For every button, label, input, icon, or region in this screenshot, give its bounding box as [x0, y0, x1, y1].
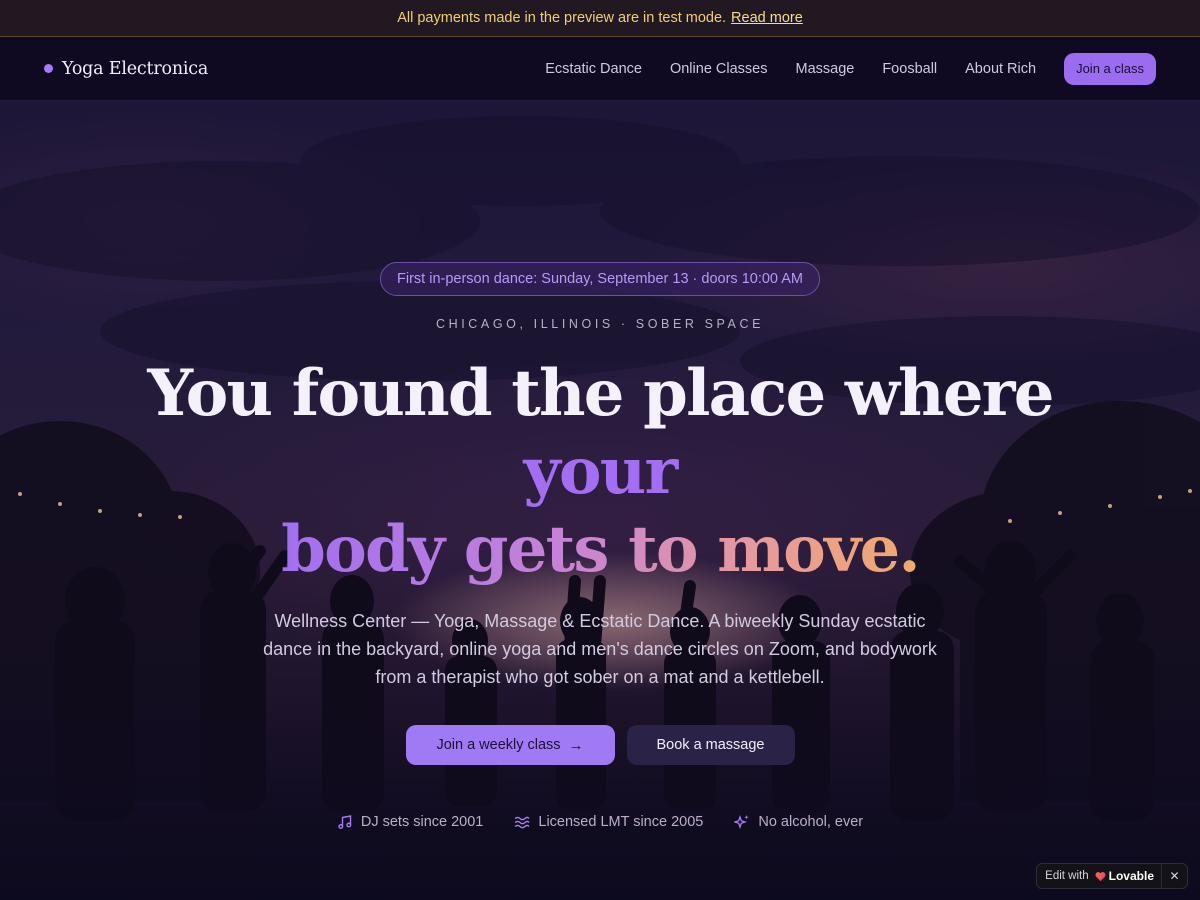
announcement-pill[interactable]: First in-person dance: Sunday, September… [380, 262, 820, 296]
banner-message: All payments made in the preview are in … [397, 10, 727, 26]
lovable-badge: Edit with Lovable ✕ [1036, 863, 1188, 889]
join-weekly-class-button[interactable]: Join a weekly class → [405, 725, 615, 765]
feature-list: DJ sets since 2001 Licensed LMT since 20… [337, 814, 863, 830]
nav-link-about-rich[interactable]: About Rich [965, 61, 1036, 77]
waves-icon [514, 816, 530, 829]
book-massage-button[interactable]: Book a massage [626, 725, 795, 765]
feature-label: Licensed LMT since 2005 [538, 814, 704, 830]
hero-content: First in-person dance: Sunday, September… [0, 101, 1200, 900]
brand-name: Yoga Electronica [62, 58, 209, 79]
test-mode-banner: All payments made in the preview are in … [0, 0, 1200, 37]
feature-item-dj-sets: DJ sets since 2001 [337, 814, 484, 830]
cta-row: Join a weekly class → Book a massage [405, 725, 795, 765]
brand-logo[interactable]: Yoga Electronica [44, 59, 208, 79]
feature-label: No alcohol, ever [758, 814, 864, 830]
feature-item-licensed-lmt: Licensed LMT since 2005 [514, 814, 703, 830]
arrow-right-icon: → [568, 736, 584, 754]
nav-link-ecstatic-dance[interactable]: Ecstatic Dance [545, 61, 642, 77]
headline-accent: your [523, 434, 679, 509]
read-more-link[interactable]: Read more [731, 10, 803, 26]
top-navbar: Yoga Electronica Ecstatic Dance Online C… [0, 37, 1200, 101]
badge-brand: Lovable [1108, 869, 1154, 883]
headline-plain: You found the place where [147, 356, 1054, 431]
brand-dot-icon [44, 64, 53, 73]
nav-link-massage[interactable]: Massage [795, 61, 854, 77]
hero-section: First in-person dance: Sunday, September… [0, 101, 1200, 900]
join-weekly-class-label: Join a weekly class [436, 737, 561, 753]
feature-item-no-alcohol: No alcohol, ever [734, 814, 863, 830]
location-label: CHICAGO, ILLINOIS · SOBER SPACE [435, 317, 765, 331]
badge-prefix: Edit with [1045, 870, 1089, 882]
edit-with-lovable-link[interactable]: Edit with Lovable [1045, 869, 1161, 883]
music-note-icon [338, 815, 352, 829]
nav-link-online-classes[interactable]: Online Classes [670, 61, 768, 77]
feature-label: DJ sets since 2001 [360, 814, 484, 830]
close-icon[interactable]: ✕ [1161, 864, 1187, 888]
headline-gradient: body gets to move. [281, 512, 921, 587]
nav-link-foosball[interactable]: Foosball [882, 61, 937, 77]
hero-headline: You found the place where your body gets… [100, 355, 1100, 589]
hero-description: Wellness Center — Yoga, Massage & Ecstat… [263, 611, 937, 687]
join-class-button[interactable]: Join a class [1064, 52, 1156, 85]
sparkles-icon [734, 815, 750, 829]
nav-links: Ecstatic Dance Online Classes Massage Fo… [545, 52, 1156, 85]
lovable-heart-icon [1095, 871, 1106, 881]
